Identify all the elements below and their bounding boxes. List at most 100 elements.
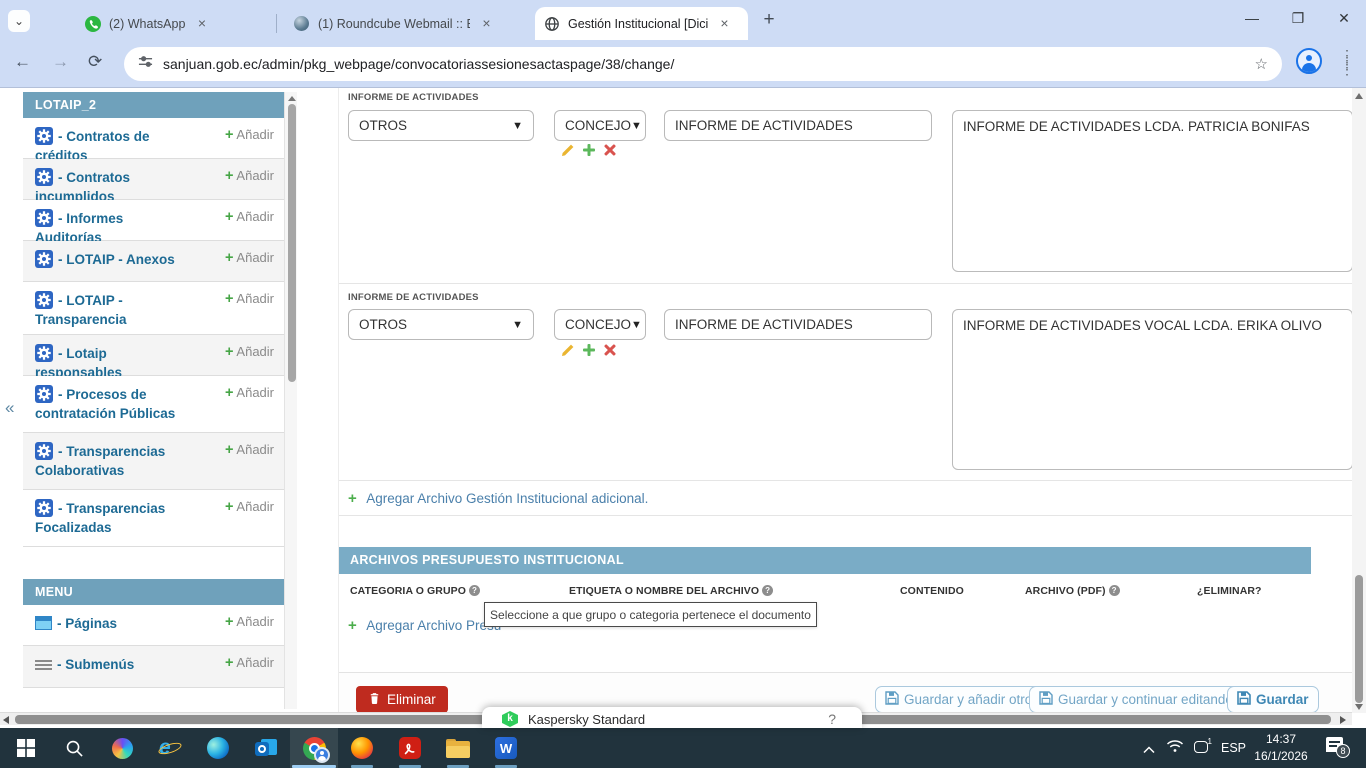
- new-tab-button[interactable]: +: [757, 9, 781, 31]
- forward-icon[interactable]: →: [52, 52, 69, 72]
- add-icon[interactable]: [582, 343, 596, 357]
- add-icon[interactable]: [582, 143, 596, 157]
- sidebar-item-contratos-creditos[interactable]: - Contratos de créditos +Añadir: [23, 118, 284, 159]
- scroll-up-icon[interactable]: [1355, 93, 1363, 99]
- description-textarea[interactable]: INFORME DE ACTIVIDADES LCDA. PATRICIA BO…: [952, 110, 1352, 272]
- page-vertical-scrollbar[interactable]: [1352, 88, 1366, 713]
- add-link[interactable]: +Añadir: [225, 291, 274, 307]
- sidebar-item-contratos-incumplidos[interactable]: - Contratos incumplidos +Añadir: [23, 159, 284, 200]
- search-icon[interactable]: [50, 728, 98, 768]
- bookmark-star-icon[interactable]: ☆: [1255, 55, 1268, 73]
- scroll-up-icon[interactable]: [288, 96, 296, 101]
- add-link[interactable]: +Añadir: [225, 655, 274, 671]
- sidebar-item-lotaip-anexos[interactable]: - LOTAIP - Anexos +Añadir: [23, 241, 284, 282]
- audience-select[interactable]: CONCEJO▼: [554, 110, 646, 141]
- add-link[interactable]: +Añadir: [225, 344, 274, 360]
- profile-avatar[interactable]: [1296, 48, 1322, 74]
- scroll-down-icon[interactable]: [1355, 704, 1363, 710]
- back-icon[interactable]: ←: [14, 52, 31, 72]
- description-textarea[interactable]: INFORME DE ACTIVIDADES VOCAL LCDA. ERIKA…: [952, 309, 1352, 470]
- kaspersky-notification[interactable]: k Kaspersky Standard ?: [482, 707, 862, 728]
- help-icon[interactable]: ?: [1109, 585, 1120, 596]
- sidebar-item-transparencias-focalizadas[interactable]: - Transparencias Focalizadas +Añadir: [23, 490, 284, 547]
- start-button[interactable]: [2, 728, 50, 768]
- tab-search-button[interactable]: ⌄: [8, 10, 30, 32]
- category-select[interactable]: OTROS▼: [348, 309, 534, 340]
- reload-icon[interactable]: ⟳: [88, 52, 102, 72]
- sidebar-item-label[interactable]: - LOTAIP - Anexos: [58, 252, 175, 267]
- sidebar-item-procesos-contratacion[interactable]: - Procesos de contratación Públicas +Aña…: [23, 376, 284, 433]
- sidebar-scrollbar[interactable]: [284, 92, 297, 709]
- edge-icon[interactable]: [194, 728, 242, 768]
- sidebar-item-label[interactable]: - Procesos de contratación Públicas: [35, 387, 175, 421]
- scroll-right-icon[interactable]: [1340, 716, 1346, 724]
- internet-explorer-icon[interactable]: e: [146, 728, 194, 768]
- close-tab-icon[interactable]: ×: [716, 15, 733, 32]
- add-presupuesto-file-link[interactable]: + Agregar Archivo Presu: [348, 617, 501, 635]
- chrome-icon-active[interactable]: [290, 728, 338, 768]
- acrobat-icon[interactable]: [386, 728, 434, 768]
- restore-button[interactable]: ❐: [1283, 4, 1313, 32]
- delete-icon[interactable]: [603, 143, 617, 157]
- minimize-button[interactable]: —: [1237, 4, 1267, 32]
- file-explorer-icon[interactable]: [434, 728, 482, 768]
- close-tab-icon[interactable]: ×: [193, 15, 210, 32]
- vertical-scrollbar-thumb[interactable]: [1355, 575, 1363, 703]
- sidebar-item-label[interactable]: - Submenús: [57, 657, 134, 672]
- save-button[interactable]: Guardar: [1227, 686, 1319, 713]
- word-icon[interactable]: W: [482, 728, 530, 768]
- copilot-icon[interactable]: [98, 728, 146, 768]
- save-and-add-button[interactable]: Guardar y añadir otro: [875, 686, 1042, 713]
- site-settings-icon[interactable]: [138, 54, 153, 74]
- language-indicator[interactable]: ESP: [1221, 741, 1246, 755]
- category-select[interactable]: OTROS▼: [348, 110, 534, 141]
- sidebar-item-label[interactable]: - Páginas: [57, 616, 117, 631]
- sidebar-collapse-icon[interactable]: «: [5, 398, 14, 418]
- firefox-icon[interactable]: [338, 728, 386, 768]
- add-link[interactable]: +Añadir: [225, 442, 274, 458]
- help-icon[interactable]: ?: [762, 585, 773, 596]
- kaspersky-help-icon[interactable]: ?: [828, 711, 836, 727]
- add-gestion-file-link[interactable]: + Agregar Archivo Gestión Institucional …: [348, 490, 648, 508]
- add-link[interactable]: +Añadir: [225, 385, 274, 401]
- tab-whatsapp[interactable]: (2) WhatsApp ×: [76, 7, 270, 40]
- close-window-button[interactable]: ✕: [1329, 4, 1359, 32]
- sidebar-item-lotaip-transparencia[interactable]: - LOTAIP - Transparencia +Añadir: [23, 282, 284, 335]
- tab-gestion-institucional-active[interactable]: Gestión Institucional [Diciembre ×: [535, 7, 748, 40]
- add-link[interactable]: +Añadir: [225, 499, 274, 515]
- sidebar-item-label[interactable]: - Transparencias Focalizadas: [35, 501, 165, 535]
- delete-icon[interactable]: [603, 343, 617, 357]
- wifi-icon[interactable]: [1166, 739, 1184, 758]
- outlook-icon[interactable]: [242, 728, 290, 768]
- sidebar-item-informes-auditorias[interactable]: - Informes Auditorías +Añadir: [23, 200, 284, 241]
- url-text[interactable]: sanjuan.gob.ec/admin/pkg_webpage/convoca…: [163, 56, 1245, 72]
- sidebar-item-transparencias-colaborativas[interactable]: - Transparencias Colaborativas +Añadir: [23, 433, 284, 490]
- close-tab-icon[interactable]: ×: [478, 15, 495, 32]
- edit-icon[interactable]: [561, 343, 575, 357]
- sidebar-scrollbar-thumb[interactable]: [288, 104, 296, 382]
- tray-hidden-icons-chevron[interactable]: [1143, 741, 1155, 759]
- taskbar-clock[interactable]: 14:37 16/1/2026: [1248, 731, 1314, 765]
- file-name-input[interactable]: [664, 309, 932, 340]
- add-link[interactable]: +Añadir: [225, 209, 274, 225]
- delete-button[interactable]: Eliminar: [356, 686, 448, 713]
- sidebar-item-label[interactable]: - Transparencias Colaborativas: [35, 444, 165, 478]
- sidebar-item-lotaip-responsables[interactable]: - Lotaip responsables +Añadir: [23, 335, 284, 376]
- file-name-input[interactable]: [664, 110, 932, 141]
- tab-roundcube[interactable]: (1) Roundcube Webmail :: Entra ×: [285, 7, 507, 40]
- edit-icon[interactable]: [561, 143, 575, 157]
- add-link[interactable]: +Añadir: [225, 614, 274, 630]
- add-link[interactable]: +Añadir: [225, 250, 274, 266]
- audience-select[interactable]: CONCEJO▼: [554, 309, 646, 340]
- sidebar-item-paginas[interactable]: - Páginas +Añadir: [23, 605, 284, 646]
- add-link[interactable]: +Añadir: [225, 168, 274, 184]
- tray-device-icon[interactable]: 1: [1194, 740, 1208, 758]
- help-icon[interactable]: ?: [469, 585, 480, 596]
- browser-menu-icon[interactable]: ⋮⋮⋮: [1340, 52, 1350, 73]
- save-and-continue-button[interactable]: Guardar y continuar editando: [1029, 686, 1243, 713]
- scroll-left-icon[interactable]: [3, 716, 9, 724]
- add-link[interactable]: +Añadir: [225, 127, 274, 143]
- sidebar-item-submenus[interactable]: - Submenús +Añadir: [23, 646, 284, 688]
- notification-center-icon[interactable]: 8: [1326, 737, 1343, 757]
- address-bar[interactable]: sanjuan.gob.ec/admin/pkg_webpage/convoca…: [124, 47, 1282, 81]
